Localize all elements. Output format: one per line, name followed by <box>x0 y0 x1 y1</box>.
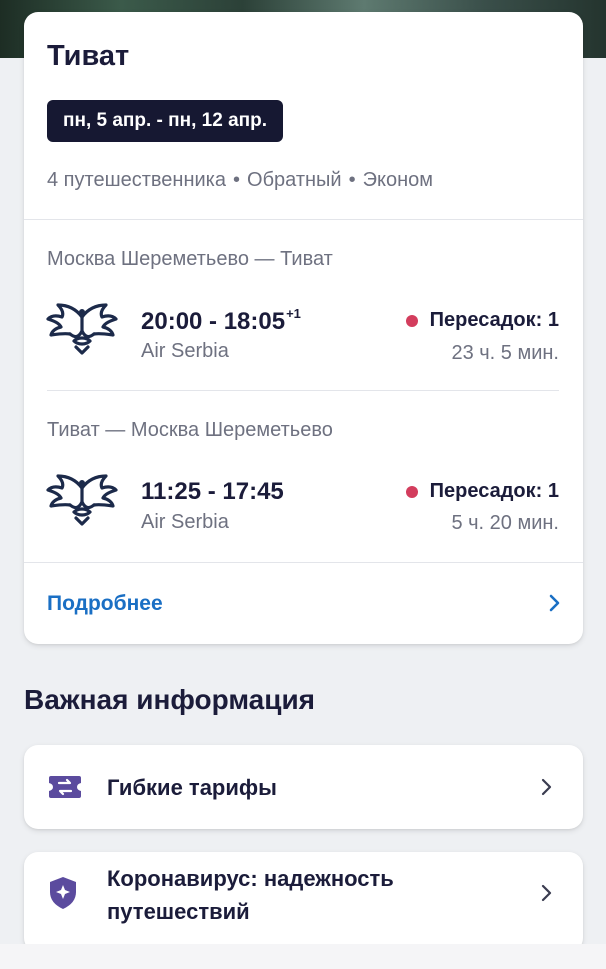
day-offset: +1 <box>286 306 301 321</box>
bottom-navigation-bar <box>0 944 606 969</box>
divider <box>24 219 583 220</box>
return-airline-name: Air Serbia <box>141 511 229 533</box>
divider <box>47 390 559 391</box>
return-stops-label: Пересадок: 1 <box>429 480 559 502</box>
meta-separator: • <box>348 169 356 191</box>
ticket-exchange-icon <box>49 776 81 798</box>
air-serbia-logo-icon <box>46 474 118 526</box>
trip-dates-badge: пн, 5 апр. - пн, 12 апр. <box>47 100 284 142</box>
return-duration: 5 ч. 20 мин. <box>451 512 559 534</box>
outbound-airline-name: Air Serbia <box>141 340 229 362</box>
shield-sparkle-icon <box>50 877 76 909</box>
flexible-fares-label: Гибкие тарифы <box>107 775 277 800</box>
return-route-label: Тиват — Москва Шереметьево <box>47 419 333 441</box>
travelers-count: 4 путешественника <box>47 169 226 191</box>
trip-meta: 4 путешественника • Обратный • Эконом <box>47 169 433 192</box>
outbound-flight-time: 20:00 - 18:05+1 <box>141 306 301 336</box>
outbound-duration: 23 ч. 5 мин. <box>451 342 559 364</box>
outbound-stops-label: Пересадок: 1 <box>429 309 559 331</box>
divider <box>24 562 583 563</box>
coronavirus-info-label: Коронавирус: надежность путешествий <box>107 866 394 924</box>
chevron-right-icon <box>541 778 552 796</box>
chevron-right-icon <box>541 884 552 902</box>
stop-indicator-dot <box>405 314 418 327</box>
return-flight-time: 11:25 - 17:45 <box>141 478 284 505</box>
important-info-title: Важная информация <box>24 684 316 715</box>
meta-separator: • <box>233 169 241 191</box>
coronavirus-info-card[interactable]: Коронавирус: надежность путешествий <box>24 852 583 952</box>
return-stops: Пересадок: 1 <box>405 480 559 503</box>
cabin-class: Эконом <box>362 169 433 191</box>
stop-indicator-dot <box>405 485 418 498</box>
outbound-time-range: 20:00 - 18:05 <box>141 308 286 335</box>
trip-summary-card: Тиват пн, 5 апр. - пн, 12 апр. 4 путешес… <box>24 12 583 644</box>
chevron-right-icon[interactable] <box>547 593 561 613</box>
outbound-stops: Пересадок: 1 <box>405 309 559 332</box>
trip-type: Обратный <box>247 169 342 191</box>
outbound-route-label: Москва Шереметьево — Тиват <box>47 248 333 270</box>
trip-destination-title: Тиват <box>47 40 130 72</box>
air-serbia-logo-icon <box>46 303 118 355</box>
details-link[interactable]: Подробнее <box>47 592 163 616</box>
flexible-fares-card[interactable]: Гибкие тарифы <box>24 745 583 829</box>
